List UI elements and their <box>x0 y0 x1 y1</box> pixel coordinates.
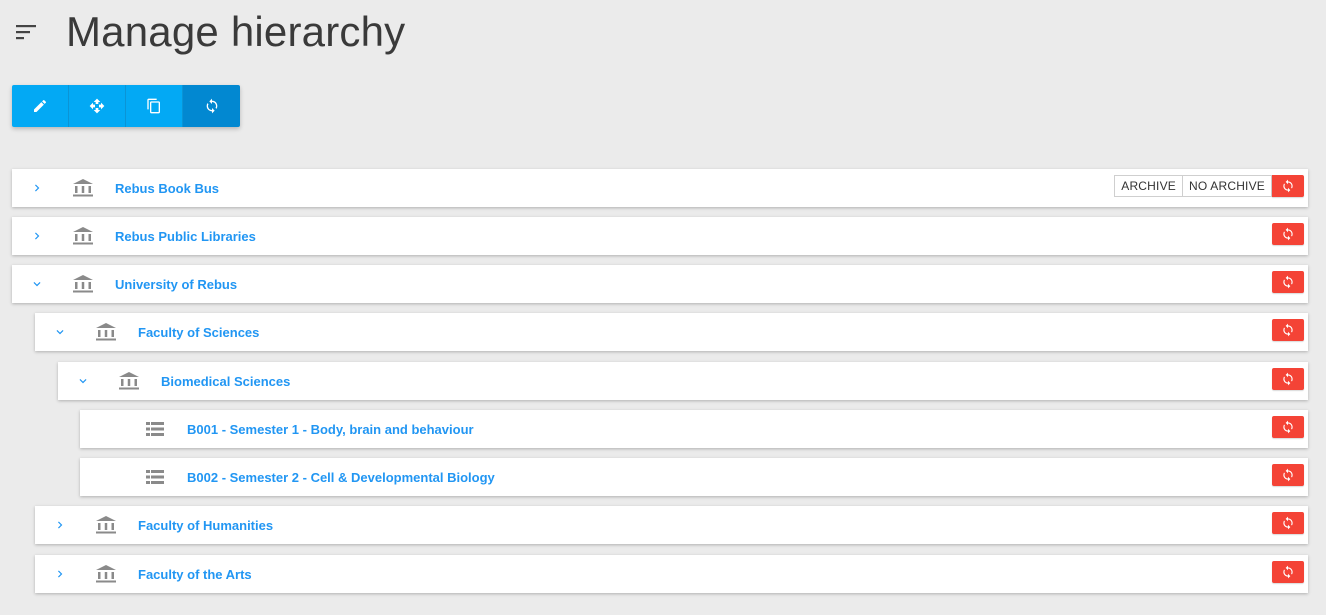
chevron-down-icon[interactable] <box>53 325 67 339</box>
sync-icon <box>1283 565 1293 579</box>
row-sync-button[interactable] <box>1272 368 1304 390</box>
row-sync-button[interactable] <box>1272 319 1304 341</box>
tree-item-label[interactable]: B002 - Semester 2 - Cell & Developmental… <box>187 470 495 485</box>
tree-item-label[interactable]: Rebus Public Libraries <box>115 229 256 244</box>
sync-icon <box>1283 516 1293 530</box>
row-actions <box>1272 561 1304 583</box>
institution-icon <box>73 275 93 293</box>
no-archive-option[interactable]: NO ARCHIVE <box>1183 176 1272 196</box>
row-sync-button[interactable] <box>1272 512 1304 534</box>
tree-item-label[interactable]: Biomedical Sciences <box>161 374 290 389</box>
sync-icon <box>1283 179 1293 193</box>
tree-item-label[interactable]: Faculty of the Arts <box>138 567 252 582</box>
sync-icon <box>206 98 217 114</box>
institution-icon <box>96 565 116 583</box>
copy-button[interactable] <box>126 85 183 127</box>
chevron-down-icon[interactable] <box>30 277 44 291</box>
chevron-right-icon[interactable] <box>53 518 67 532</box>
sync-icon <box>1283 420 1293 434</box>
sync-icon <box>1283 227 1293 241</box>
tree-row: Faculty of Sciences <box>35 313 1308 351</box>
row-actions <box>1272 271 1304 293</box>
institution-icon <box>119 372 139 390</box>
tree-item-label[interactable]: Faculty of Humanities <box>138 518 273 533</box>
sync-button[interactable] <box>183 85 240 127</box>
tree-row: Faculty of the Arts <box>35 555 1308 593</box>
sync-icon <box>1283 275 1293 289</box>
row-sync-button[interactable] <box>1272 223 1304 245</box>
tree-item-label[interactable]: Faculty of Sciences <box>138 325 259 340</box>
row-actions <box>1272 464 1304 486</box>
row-actions <box>1272 512 1304 534</box>
sort-menu-icon[interactable] <box>16 20 46 44</box>
row-actions: ARCHIVE NO ARCHIVE <box>1114 175 1304 197</box>
tree-row: Faculty of Humanities <box>35 506 1308 544</box>
institution-icon <box>73 227 93 245</box>
list-icon <box>146 470 164 484</box>
copy-icon <box>147 98 160 114</box>
chevron-down-icon[interactable] <box>76 374 90 388</box>
move-button[interactable] <box>69 85 126 127</box>
archive-toggle-group: ARCHIVE NO ARCHIVE <box>1114 175 1272 197</box>
tree-row: Biomedical Sciences <box>58 362 1308 400</box>
row-sync-button[interactable] <box>1272 271 1304 293</box>
tree-item-label[interactable]: B001 - Semester 1 - Body, brain and beha… <box>187 422 474 437</box>
toolbar <box>12 85 240 127</box>
row-actions <box>1272 416 1304 438</box>
archive-option[interactable]: ARCHIVE <box>1115 176 1183 196</box>
row-actions <box>1272 319 1304 341</box>
list-icon <box>146 422 164 436</box>
move-arrows-icon <box>89 98 105 114</box>
sync-icon <box>1283 323 1293 337</box>
row-sync-button[interactable] <box>1272 416 1304 438</box>
sync-icon <box>1283 468 1293 482</box>
edit-button[interactable] <box>12 85 69 127</box>
tree-row: Rebus Public Libraries <box>12 217 1308 255</box>
row-sync-button[interactable] <box>1272 464 1304 486</box>
institution-icon <box>96 323 116 341</box>
tree-item-label[interactable]: University of Rebus <box>115 277 237 292</box>
tree-row: University of Rebus <box>12 265 1308 303</box>
page-title: Manage hierarchy <box>66 8 406 55</box>
sync-icon <box>1283 372 1293 386</box>
chevron-right-icon[interactable] <box>30 229 44 243</box>
row-actions <box>1272 223 1304 245</box>
chevron-right-icon[interactable] <box>30 181 44 195</box>
tree-row: B001 - Semester 1 - Body, brain and beha… <box>80 410 1308 448</box>
chevron-right-icon[interactable] <box>53 567 67 581</box>
pencil-icon <box>34 99 47 112</box>
row-actions <box>1272 368 1304 390</box>
institution-icon <box>96 516 116 534</box>
tree-row: B002 - Semester 2 - Cell & Developmental… <box>80 458 1308 496</box>
tree-row: Rebus Book Bus ARCHIVE NO ARCHIVE <box>12 169 1308 207</box>
row-sync-button[interactable] <box>1272 175 1304 197</box>
institution-icon <box>73 179 93 197</box>
page-header: Manage hierarchy <box>16 6 405 58</box>
tree-item-label[interactable]: Rebus Book Bus <box>115 181 219 196</box>
row-sync-button[interactable] <box>1272 561 1304 583</box>
